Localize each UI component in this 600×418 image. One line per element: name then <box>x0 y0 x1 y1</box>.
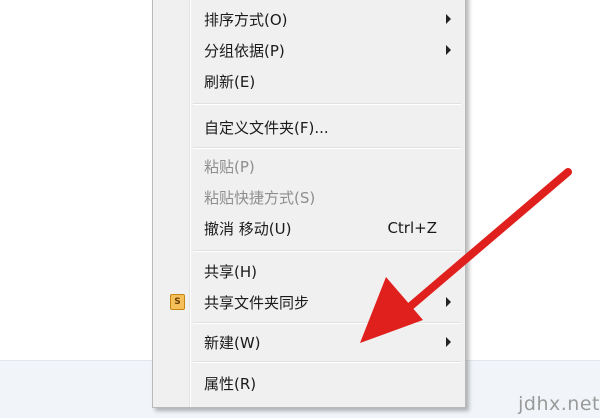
watermark: jdhx.net <box>518 393 600 415</box>
red-arrow-icon <box>360 168 572 343</box>
